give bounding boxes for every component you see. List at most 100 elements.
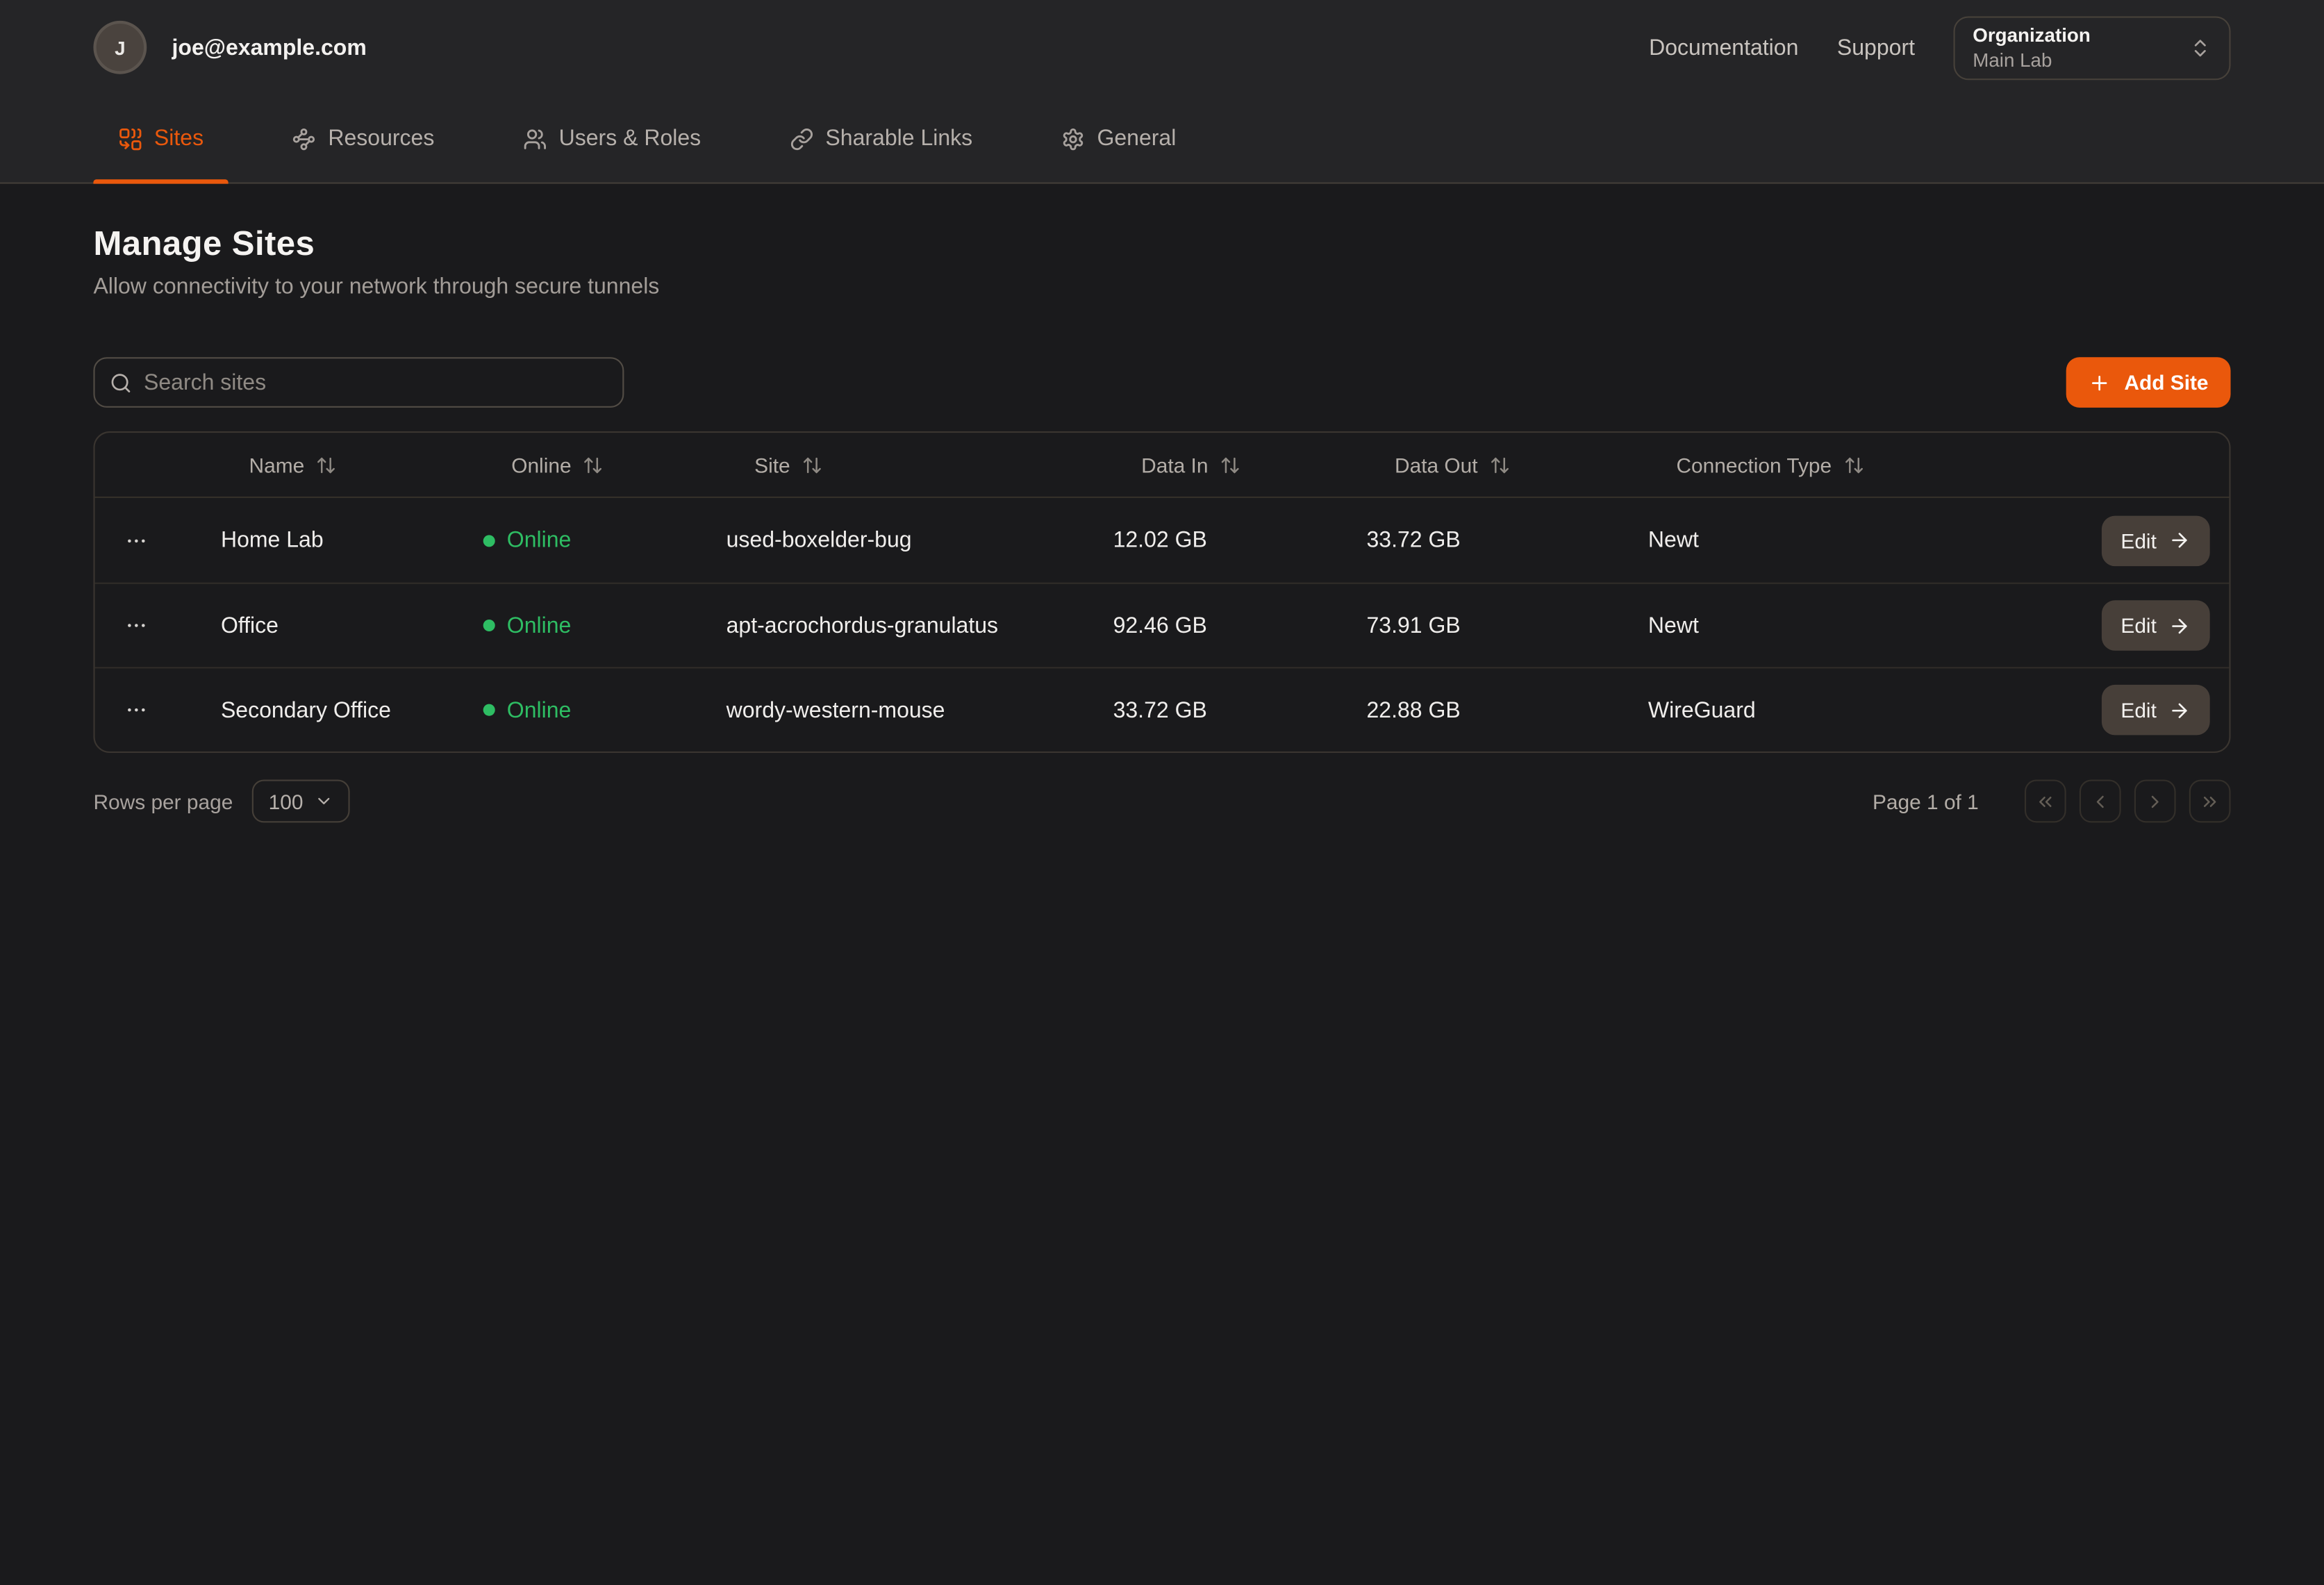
site-name: Office [221, 613, 483, 638]
first-page-button[interactable] [2025, 779, 2066, 822]
site-slug: wordy-western-mouse [727, 697, 1113, 722]
waypoints-icon [292, 126, 316, 150]
data-out-value: 73.91 GB [1366, 613, 1647, 638]
top-header: J joe@example.com Documentation Support … [0, 0, 2324, 184]
tab-label: Sharable Links [825, 126, 972, 151]
sort-arrows-icon [1843, 454, 1864, 475]
online-status: Online [483, 528, 727, 553]
table-toolbar: Add Site [93, 357, 2230, 408]
header-actions: Documentation Support Organization Main … [1649, 15, 2230, 79]
rows-per-page-value: 100 [269, 789, 304, 813]
online-status: Online [483, 613, 727, 638]
site-name: Home Lab [221, 528, 483, 553]
online-dot-icon [483, 704, 495, 716]
data-in-value: 33.72 GB [1113, 697, 1367, 722]
user-email: joe@example.com [172, 35, 367, 60]
edit-button[interactable]: Edit [2102, 600, 2210, 651]
site-slug: used-boxelder-bug [727, 528, 1113, 553]
ellipsis-icon [124, 698, 148, 722]
search-icon [110, 372, 132, 394]
page-title: Manage Sites [93, 184, 2230, 264]
online-status: Online [483, 697, 727, 722]
column-header-online[interactable]: Online [483, 453, 727, 476]
users-icon [523, 126, 547, 150]
tab-general[interactable]: General [1036, 95, 1202, 183]
row-menu-button[interactable] [95, 613, 221, 637]
tab-sharable-links[interactable]: Sharable Links [765, 95, 998, 183]
tab-label: General [1097, 126, 1176, 151]
support-link[interactable]: Support [1837, 35, 1915, 60]
sort-arrows-icon [802, 454, 823, 475]
column-header-connection-type[interactable]: Connection Type [1648, 453, 1977, 476]
sort-arrows-icon [583, 454, 604, 475]
arrow-right-icon [2168, 699, 2191, 721]
data-out-value: 22.88 GB [1366, 697, 1647, 722]
table-row: Secondary Office Online wordy-western-mo… [95, 667, 2230, 752]
user-bar: J joe@example.com Documentation Support … [93, 0, 2230, 95]
tab-sites[interactable]: Sites [93, 95, 229, 183]
online-status-label: Online [507, 528, 572, 553]
arrow-right-icon [2168, 529, 2191, 551]
tab-label: Sites [154, 126, 204, 151]
page-subtitle: Allow connectivity to your network throu… [93, 274, 2230, 299]
tab-resources[interactable]: Resources [267, 95, 460, 183]
chevrons-left-icon [2035, 790, 2056, 811]
rows-per-page-select[interactable]: 100 [252, 779, 349, 822]
edit-button[interactable]: Edit [2102, 685, 2210, 736]
online-status-label: Online [507, 613, 572, 638]
link-icon [790, 126, 813, 150]
sort-arrows-icon [316, 454, 337, 475]
organization-value: Main Lab [1973, 49, 2189, 71]
chevron-down-icon [313, 792, 333, 811]
previous-page-button[interactable] [2080, 779, 2121, 822]
add-site-label: Add Site [2124, 370, 2208, 394]
chevrons-right-icon [2200, 790, 2221, 811]
ellipsis-icon [124, 529, 148, 552]
next-page-button[interactable] [2134, 779, 2176, 822]
avatar[interactable]: J [93, 21, 147, 74]
avatar-initial: J [115, 36, 125, 58]
organization-selector[interactable]: Organization Main Lab [1954, 15, 2231, 79]
combine-icon [119, 126, 142, 150]
sort-arrows-icon [1220, 454, 1241, 475]
tab-label: Users & Roles [559, 126, 702, 151]
column-header-data-out[interactable]: Data Out [1366, 453, 1647, 476]
chevrons-up-down-icon [2189, 36, 2211, 58]
connection-type-value: Newt [1648, 528, 1977, 553]
site-slug: apt-acrochordus-granulatus [727, 613, 1113, 638]
column-header-data-in[interactable]: Data In [1113, 453, 1367, 476]
table-footer: Rows per page 100 Page 1 of 1 [93, 779, 2230, 822]
tab-users-roles[interactable]: Users & Roles [498, 95, 726, 183]
online-dot-icon [483, 620, 495, 631]
gear-icon [1061, 126, 1085, 150]
main-nav-tabs: Sites Resources Users & Roles Sharable L… [93, 95, 2230, 183]
data-in-value: 92.46 GB [1113, 613, 1367, 638]
chevron-left-icon [2090, 790, 2111, 811]
data-out-value: 33.72 GB [1366, 528, 1647, 553]
tab-label: Resources [328, 126, 434, 151]
last-page-button[interactable] [2189, 779, 2231, 822]
connection-type-value: Newt [1648, 613, 1977, 638]
documentation-link[interactable]: Documentation [1649, 35, 1798, 60]
organization-label: Organization [1973, 24, 2189, 46]
edit-button[interactable]: Edit [2102, 515, 2210, 566]
search-box [93, 357, 624, 408]
online-status-label: Online [507, 697, 572, 722]
row-menu-button[interactable] [95, 529, 221, 552]
sites-table: Name Online Site Data In Data Out [93, 431, 2230, 753]
online-dot-icon [483, 534, 495, 546]
search-input[interactable] [144, 370, 608, 395]
site-name: Secondary Office [221, 697, 483, 722]
ellipsis-icon [124, 613, 148, 637]
column-header-name[interactable]: Name [221, 453, 483, 476]
add-site-button[interactable]: Add Site [2066, 357, 2230, 408]
sort-arrows-icon [1490, 454, 1511, 475]
plus-icon [2089, 372, 2111, 394]
row-menu-button[interactable] [95, 698, 221, 722]
arrow-right-icon [2168, 615, 2191, 637]
table-row: Office Online apt-acrochordus-granulatus… [95, 583, 2230, 667]
rows-per-page-label: Rows per page [93, 789, 233, 813]
table-row: Home Lab Online used-boxelder-bug 12.02 … [95, 498, 2230, 583]
column-header-site[interactable]: Site [727, 453, 1113, 476]
data-in-value: 12.02 GB [1113, 528, 1367, 553]
